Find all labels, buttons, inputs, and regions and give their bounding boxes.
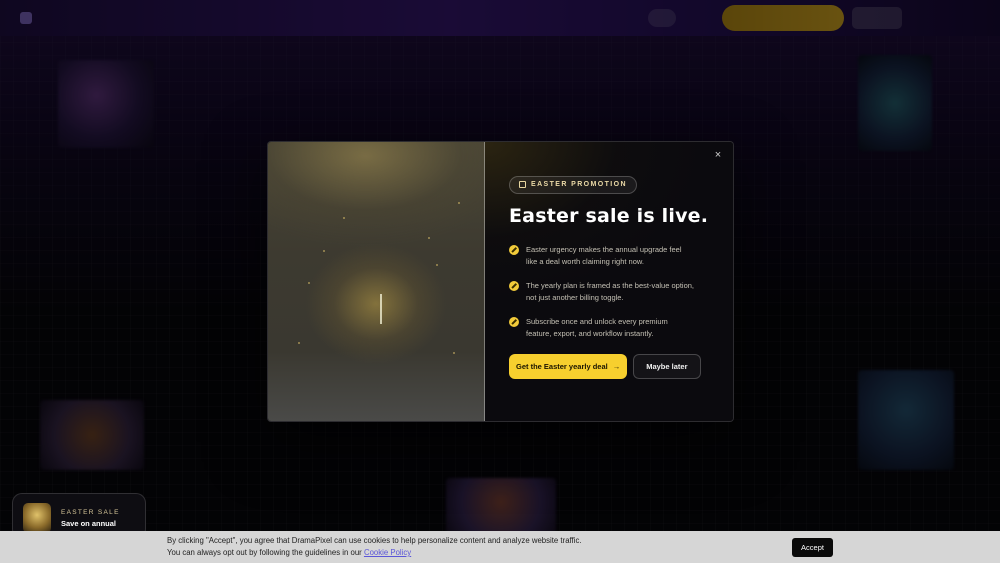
glitter-speck (343, 217, 345, 219)
promo-badge: EASTER PROMOTION (509, 175, 637, 194)
cookie-line-2: You can always opt out by following the … (167, 547, 582, 559)
promo-actions: Get the Easter yearly deal → Maybe later (509, 353, 709, 379)
glitter-speck (436, 264, 438, 266)
light-beam (380, 294, 382, 324)
glitter-speck (323, 250, 325, 252)
easter-promo-modal: × EASTER PROMOTION Easter sale is live. … (267, 141, 734, 422)
toast-thumbnail (23, 503, 51, 533)
cookie-message: By clicking "Accept", you agree that Dra… (167, 535, 582, 559)
benefit-item: Subscribe once and unlock every premium … (509, 316, 709, 341)
promo-benefits-list: Easter urgency makes the annual upgrade … (509, 244, 709, 341)
promo-headline: Easter sale is live. (509, 204, 709, 227)
glitter-speck (428, 237, 430, 239)
toast-title: Save on annual (61, 519, 117, 528)
cookie-line-1: By clicking "Accept", you agree that Dra… (167, 536, 582, 545)
benefit-text: The yearly plan is framed as the best-va… (526, 280, 695, 303)
close-icon[interactable]: × (711, 148, 725, 162)
sparkle-icon (509, 280, 519, 291)
cookie-policy-link[interactable]: Cookie Policy (364, 548, 411, 557)
benefit-text: Easter urgency makes the annual upgrade … (526, 244, 682, 267)
benefit-item: The yearly plan is framed as the best-va… (509, 280, 709, 305)
promo-image (268, 142, 485, 421)
cookie-line-2-text: You can always opt out by following the … (167, 548, 364, 557)
get-easter-deal-button[interactable]: Get the Easter yearly deal → (509, 353, 628, 379)
cookie-consent-bar: By clicking "Accept", you agree that Dra… (0, 531, 1000, 563)
maybe-later-button[interactable]: Maybe later (633, 353, 701, 379)
glitter-speck (458, 202, 460, 204)
sparkle-icon (509, 244, 519, 255)
sparkle-icon (509, 316, 519, 327)
gift-icon (519, 181, 526, 188)
accept-cookies-button[interactable]: Accept (792, 538, 833, 557)
glitter-speck (308, 282, 310, 284)
toast-text: EASTER SALE Save on annual (61, 503, 120, 528)
toast-label: EASTER SALE (61, 509, 120, 516)
benefit-text: Subscribe once and unlock every premium … (526, 316, 668, 339)
promo-badge-label: EASTER PROMOTION (531, 181, 627, 188)
promo-content: × EASTER PROMOTION Easter sale is live. … (485, 142, 733, 421)
benefit-item: Easter urgency makes the annual upgrade … (509, 244, 709, 269)
get-easter-deal-label: Get the Easter yearly deal (516, 361, 608, 371)
glitter-speck (298, 342, 300, 344)
arrow-right-icon: → (612, 361, 621, 371)
glitter-speck (453, 352, 455, 354)
